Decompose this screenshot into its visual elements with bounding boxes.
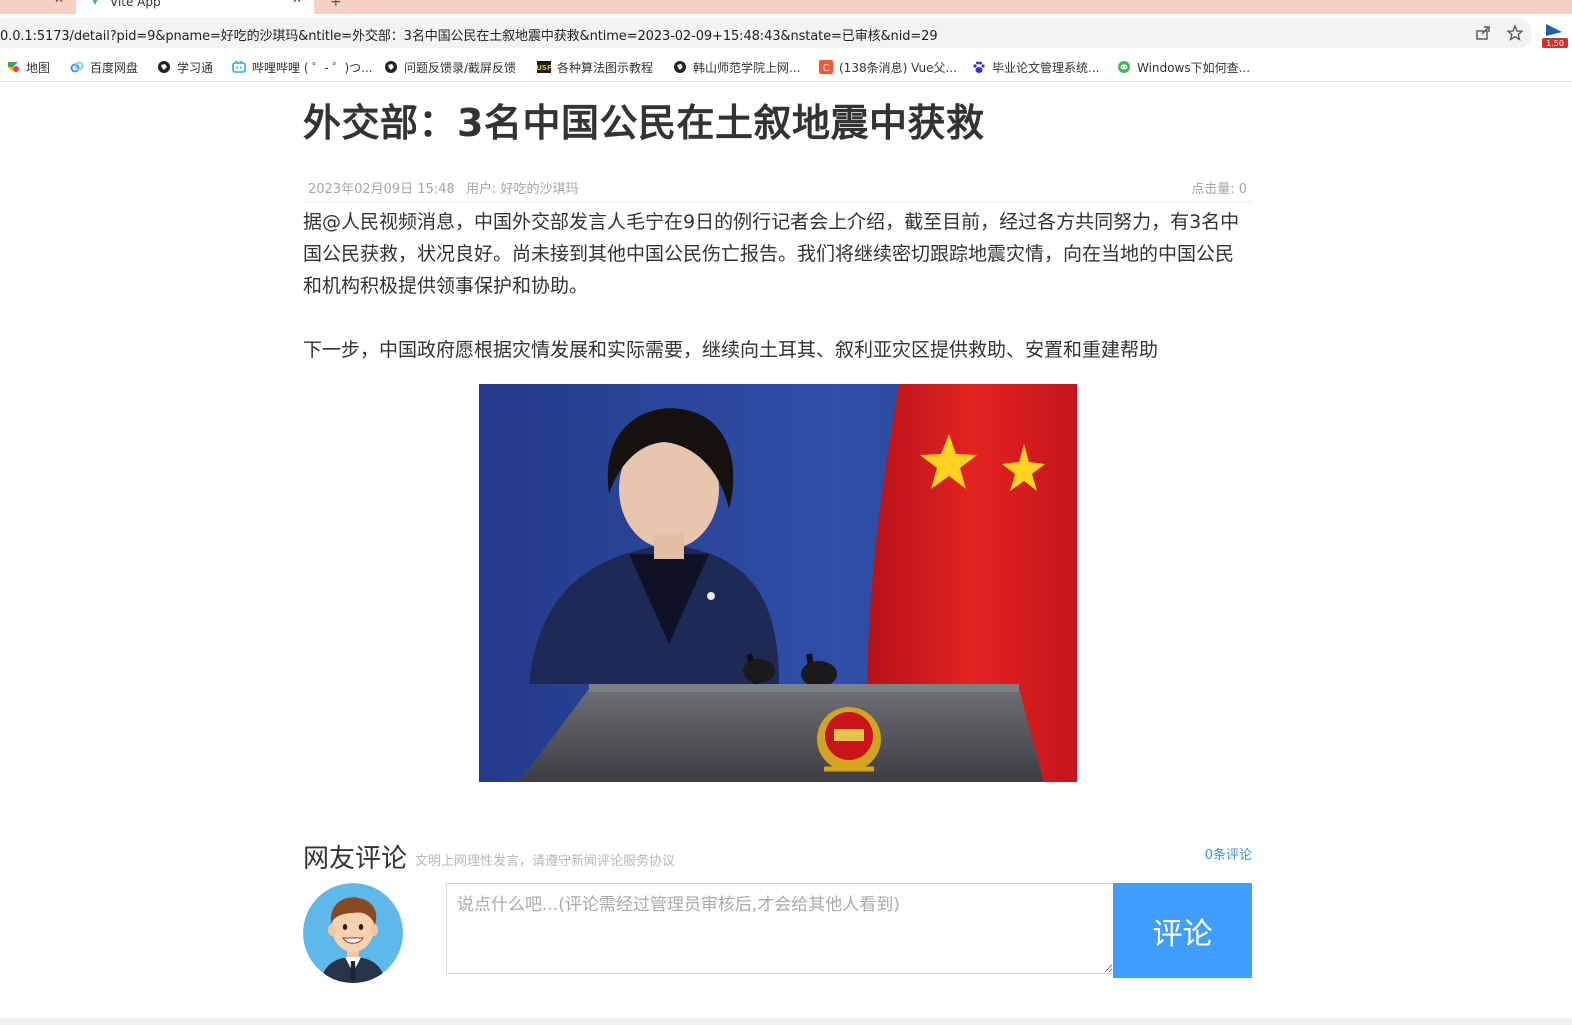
usf-icon: USF xyxy=(537,61,551,73)
bookmark-label: 百度网盘 xyxy=(90,60,139,75)
bookmark-label: 韩山师范学院上网... xyxy=(693,60,801,75)
comments-tip: 文明上网理性发言，请遵守新闻评论服务协议 xyxy=(415,854,676,869)
share-icon[interactable] xyxy=(1474,24,1492,42)
article-date: 2023年02月09日 15:48 xyxy=(308,182,455,197)
globe-icon xyxy=(158,61,170,73)
article-paragraph: 据@人民视频消息，中国外交部发言人毛宁在9日的例行记者会上介绍，截至目前，经过各… xyxy=(303,211,1240,297)
article-photo xyxy=(479,384,1077,782)
maps-icon xyxy=(8,62,19,72)
baidu-netdisk-icon xyxy=(70,61,84,73)
bookmark-label: 毕业论文管理系统... xyxy=(992,60,1100,75)
bookmark-item[interactable]: 百度网盘 xyxy=(70,58,138,76)
bilibili-icon xyxy=(232,60,246,73)
submit-comment-button[interactable]: 评论 xyxy=(1113,883,1252,978)
browser-tab-active[interactable]: Vite App ✕ xyxy=(76,0,314,14)
globe-icon xyxy=(674,61,686,73)
url-text[interactable]: 0.0.1:5173/detail?pid=9&pname=好吃的沙琪玛&nti… xyxy=(0,25,938,44)
new-tab-icon[interactable]: + xyxy=(330,0,342,10)
vite-logo-icon xyxy=(92,0,98,5)
bookmark-label: 地图 xyxy=(26,60,51,75)
chat-bubble-icon xyxy=(1118,61,1130,73)
svg-text:USF: USF xyxy=(537,64,551,72)
comment-textarea[interactable] xyxy=(446,883,1113,974)
tab-close-icon[interactable]: ✕ xyxy=(54,0,64,5)
csdn-icon: C xyxy=(819,60,833,74)
click-count: 点击量: 0 xyxy=(1191,182,1247,197)
browser-tab-strip: ✕ Vite App ✕ + xyxy=(0,0,1572,14)
comments-title: 网友评论 xyxy=(303,844,408,874)
bookmark-label: 问题反馈录/截屏反馈 xyxy=(404,60,517,75)
bookmark-label: 学习通 xyxy=(177,60,214,75)
bookmark-item[interactable]: 毕业论文管理系统... xyxy=(972,58,1099,76)
bookmark-label: 各种算法图示教程 xyxy=(557,60,654,75)
browser-tab-previous[interactable]: ✕ xyxy=(0,0,72,14)
bookmark-item[interactable]: 韩山师范学院上网... xyxy=(673,58,800,76)
bookmark-star-icon[interactable] xyxy=(1506,24,1524,42)
browser-toolbar: 0.0.1:5173/detail?pid=9&pname=好吃的沙琪玛&nti… xyxy=(0,14,1572,52)
globe-icon xyxy=(385,61,397,73)
tab-close-icon[interactable]: ✕ xyxy=(292,0,302,5)
article-title: 外交部：3名中国公民在土叙地震中获救 xyxy=(303,101,985,145)
bookmark-item[interactable]: 问题反馈录/截屏反馈 xyxy=(384,58,516,76)
comments-count-link[interactable]: 0条评论 xyxy=(1205,844,1252,863)
bookmark-item[interactable]: 学习通 xyxy=(157,58,213,76)
bookmark-label: 哔哩哔哩 ( ゜- ゜)つ... xyxy=(252,60,373,75)
bookmark-item[interactable]: 哔哩哔哩 ( ゜- ゜)つ... xyxy=(232,58,373,76)
svg-text:C: C xyxy=(823,63,830,74)
user-avatar xyxy=(303,883,403,983)
page-bottom-divider xyxy=(0,1018,1572,1025)
article-body: 据@人民视频消息，中国外交部发言人毛宁在9日的例行记者会上介绍，截至目前，经过各… xyxy=(303,206,1252,366)
article-author: 用户: 好吃的沙琪玛 xyxy=(466,182,579,197)
bookmark-label: (138条消息) Vue父... xyxy=(839,60,957,75)
article-paragraph: 下一步，中国政府愿根据灾情发展和实际需要，继续向土耳其、叙利亚灾区提供救助、安置… xyxy=(303,339,1159,361)
extension-badge-text: 1.50 xyxy=(1546,39,1564,48)
bookmark-label: Windows下如何查... xyxy=(1137,60,1251,75)
address-bar[interactable]: 0.0.1:5173/detail?pid=9&pname=好吃的沙琪玛&nti… xyxy=(0,18,1532,48)
tab-title: Vite App xyxy=(110,0,161,9)
bookmark-item[interactable]: USF 各种算法图示教程 xyxy=(537,58,653,76)
bookmark-item[interactable]: 地图 xyxy=(6,58,50,76)
extension-icon[interactable]: 1.50 xyxy=(1542,22,1568,48)
bookmarks-bar: 地图 百度网盘 学习通 哔哩哔哩 ( ゜- ゜)つ... 问题反馈录/截屏反馈 … xyxy=(0,52,1572,82)
bookmark-item[interactable]: Windows下如何查... xyxy=(1117,58,1250,76)
baidu-paw-icon xyxy=(973,61,985,73)
article-meta: 2023年02月09日 15:48 用户: 好吃的沙琪玛 点击量: 0 xyxy=(303,176,1252,202)
comments-header: 网友评论 文明上网理性发言，请遵守新闻评论服务协议 0条评论 xyxy=(303,838,1252,874)
bookmark-item[interactable]: C (138条消息) Vue父... xyxy=(819,58,957,76)
